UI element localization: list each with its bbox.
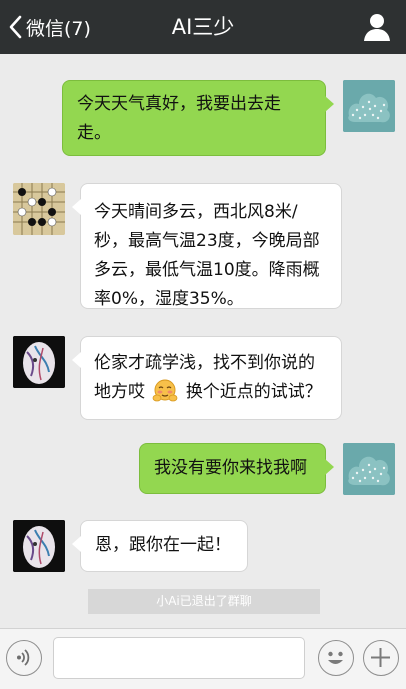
- message-text: 换个近点的试试？: [185, 382, 322, 402]
- person-icon: [364, 14, 390, 41]
- contact-avatar[interactable]: [13, 183, 65, 235]
- chat-info-button[interactable]: [360, 10, 394, 44]
- back-button[interactable]: 微信(7): [8, 8, 91, 46]
- message-input[interactable]: [53, 637, 305, 679]
- message-text: 我没有要你来找我啊: [154, 458, 307, 478]
- system-notice: 小Ai已退出了群聊: [88, 589, 320, 614]
- emoji-button[interactable]: [318, 640, 354, 676]
- voice-icon: [17, 649, 30, 666]
- message-bubble-outgoing[interactable]: 今天天气真好，我要出去走走。: [62, 80, 334, 156]
- avatar-image: [13, 183, 65, 235]
- back-label: 微信(7): [26, 17, 91, 40]
- message-bubble-outgoing[interactable]: 我没有要你来找我啊: [139, 443, 334, 494]
- message-text: 今天天气真好，我要出去走走。: [77, 94, 281, 143]
- avatar-image: [343, 80, 395, 132]
- message-bubble-incoming[interactable]: 今天晴间多云，西北风8米/秒，最高气温23度，今晚局部多云，最低气温10度。降雨…: [72, 183, 342, 309]
- smiley-icon: [328, 651, 343, 664]
- avatar-image: [13, 336, 65, 388]
- message-bubble-incoming[interactable]: 恩，跟你在一起！: [72, 520, 248, 572]
- contact-avatar[interactable]: [13, 336, 65, 388]
- my-avatar[interactable]: [343, 443, 395, 495]
- my-avatar[interactable]: [343, 80, 395, 132]
- chevron-left-icon: [9, 15, 22, 39]
- avatar-image: [343, 443, 395, 495]
- voice-button[interactable]: [6, 640, 42, 676]
- more-button[interactable]: [363, 640, 399, 676]
- contact-avatar[interactable]: [13, 520, 65, 572]
- message-bubble-incoming[interactable]: 伦家才疏学浅，找不到你说的地方哎 换个近点的试试？: [72, 336, 342, 420]
- avatar-image: [13, 520, 65, 572]
- input-bar: [0, 628, 406, 689]
- message-text: 今天晴间多云，西北风8米/秒，最高气温23度，今晚局部多云，最低气温10度。降雨…: [94, 202, 320, 309]
- top-bar: 微信(7) AI三少: [0, 0, 406, 54]
- plus-icon: [371, 648, 390, 667]
- shy-face-emoji-icon: [153, 379, 178, 402]
- message-text: 恩，跟你在一起！: [95, 535, 231, 555]
